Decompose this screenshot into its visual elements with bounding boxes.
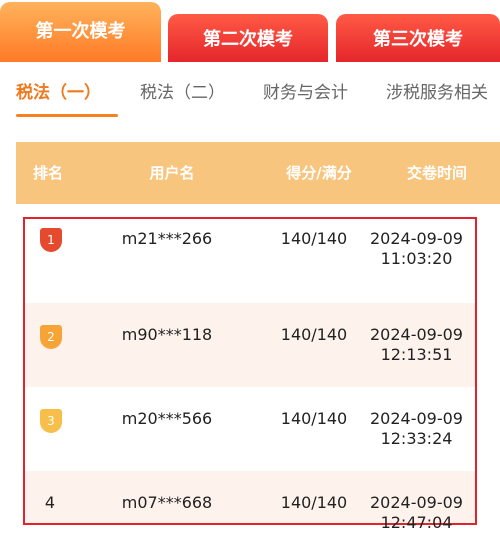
submit-clock: 12:33:24 [380, 429, 453, 448]
score-cell: 140/140 [280, 325, 348, 344]
tab-exam-2[interactable]: 第二次模考 [168, 14, 328, 62]
active-tab-underline [16, 114, 118, 117]
tab-subject-tax-law-1[interactable]: 税法（一） [16, 78, 101, 103]
submit-date: 2024-09-09 [370, 409, 463, 428]
tab-subject-tax-services[interactable]: 涉税服务相关 [386, 78, 488, 103]
submit-time-cell: 2024-09-09 12:47:04 [358, 493, 475, 533]
tab-exam-1[interactable]: 第一次模考 [0, 2, 161, 62]
table-header: 排名 用户名 得分/满分 交卷时间 [16, 142, 500, 204]
tab-subject-tax-law-2[interactable]: 税法（二） [140, 78, 225, 103]
column-header-rank: 排名 [32, 164, 63, 182]
column-header-score: 得分/满分 [286, 164, 352, 182]
exam-tab-bar: 第一次模考 第二次模考 第三次模考 [0, 0, 500, 62]
submit-time-cell: 2024-09-09 12:33:24 [358, 409, 475, 449]
score-cell: 140/140 [280, 493, 348, 512]
table-row: 1 m21***266 140/140 2024-09-09 11:03:20 [25, 219, 475, 303]
username-cell: m90***118 [121, 325, 213, 344]
table-row: 2 m90***118 140/140 2024-09-09 12:13:51 [25, 303, 475, 387]
score-cell: 140/140 [280, 409, 348, 428]
score-cell: 140/140 [280, 229, 348, 248]
submit-time-cell: 2024-09-09 11:03:20 [358, 229, 475, 269]
ranking-list: 1 m21***266 140/140 2024-09-09 11:03:20 … [23, 217, 477, 532]
username-cell: m07***668 [121, 493, 213, 512]
submit-clock: 12:13:51 [380, 345, 453, 364]
rank-medal-icon: 3 [40, 409, 62, 433]
submit-date: 2024-09-09 [370, 493, 463, 512]
rank-medal-icon: 1 [40, 228, 62, 252]
submit-clock: 12:47:04 [380, 513, 453, 532]
tab-exam-3[interactable]: 第三次模考 [336, 14, 500, 62]
username-cell: m20***566 [121, 409, 213, 428]
column-header-username: 用户名 [149, 164, 195, 182]
submit-clock: 11:03:20 [380, 249, 453, 268]
username-cell: m21***266 [121, 229, 213, 248]
subject-tab-bar: 税法（一） 税法（二） 财务与会计 涉税服务相关 [0, 62, 500, 120]
tab-subject-finance-accounting[interactable]: 财务与会计 [263, 78, 348, 103]
column-header-submit-time: 交卷时间 [406, 164, 467, 182]
submit-time-cell: 2024-09-09 12:13:51 [358, 325, 475, 365]
rank-cell: 4 [44, 493, 56, 512]
table-row: 3 m20***566 140/140 2024-09-09 12:33:24 [25, 387, 475, 471]
submit-date: 2024-09-09 [370, 229, 463, 248]
rank-medal-icon: 2 [40, 325, 62, 349]
submit-date: 2024-09-09 [370, 325, 463, 344]
table-row: 4 m07***668 140/140 2024-09-09 12:47:04 [25, 471, 475, 532]
